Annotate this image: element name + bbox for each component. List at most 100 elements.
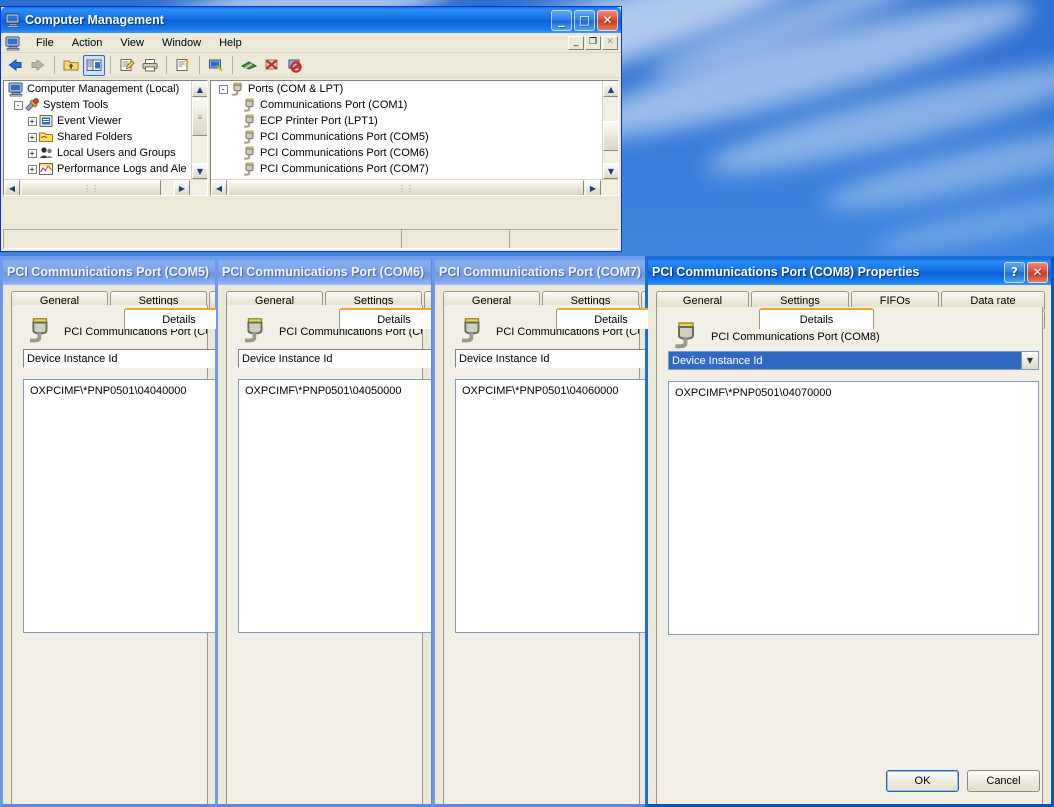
device-list-item[interactable]: PCI Communications Port (COM6) xyxy=(211,145,601,161)
status-bar xyxy=(3,229,619,249)
computer-management-window[interactable]: Computer Management _ □ ✕ File Action Vi… xyxy=(0,6,622,252)
property-value-box-com6[interactable]: OXPCIMF\*PNP0501\04050000 xyxy=(238,379,431,633)
tab-details[interactable]: Details xyxy=(556,308,648,329)
tab-details[interactable]: Details xyxy=(124,308,216,329)
expander-icon[interactable]: + xyxy=(26,129,38,145)
show-hide-tree-icon[interactable] xyxy=(83,54,105,76)
tree-item-device-manager[interactable]: Device Manager xyxy=(4,177,190,178)
uninstall-device-icon[interactable] xyxy=(284,55,306,76)
scroll-left-button[interactable]: ◀ xyxy=(4,180,20,195)
back-arrow-icon[interactable] xyxy=(4,55,26,76)
properties-dialog-com7[interactable]: PCI Communications Port (COM7) Propertie… xyxy=(432,256,651,807)
device-list-item[interactable]: PCI Communications Port (COM5) xyxy=(211,129,601,145)
tree-vertical-scrollbar[interactable]: ▲ ≡ ▼ xyxy=(191,81,207,179)
close-button[interactable]: ✕ xyxy=(1027,261,1048,283)
scroll-down-button[interactable]: ▼ xyxy=(603,163,618,179)
scroll-right-button[interactable]: ▶ xyxy=(585,180,601,195)
tab-details[interactable]: Details xyxy=(339,308,431,329)
property-value-box-com5[interactable]: OXPCIMF\*PNP0501\04040000 xyxy=(23,379,216,633)
disable-device-icon[interactable] xyxy=(261,55,283,76)
device-list-item[interactable]: ECP Printer Port (LPT1) xyxy=(211,113,601,129)
window-controls[interactable]: _ □ ✕ xyxy=(551,9,618,31)
properties-dialog-com5[interactable]: PCI Communications Port (COM5) Propertie… xyxy=(0,256,219,807)
scroll-up-button[interactable]: ▲ xyxy=(192,81,207,97)
dialog-titlebar-com5[interactable]: PCI Communications Port (COM5) Propertie… xyxy=(3,259,216,285)
scan-hardware-icon[interactable] xyxy=(205,55,227,76)
properties-icon[interactable] xyxy=(116,55,138,76)
dialog-titlebar-com8[interactable]: PCI Communications Port (COM8) Propertie… xyxy=(648,259,1051,285)
update-driver-icon[interactable] xyxy=(238,55,260,76)
property-value-com5: OXPCIMF\*PNP0501\04040000 xyxy=(30,385,187,397)
property-dropdown-com6[interactable]: Device Instance Id xyxy=(238,349,431,368)
property-dropdown-com5[interactable]: Device Instance Id xyxy=(23,349,216,368)
menu-help[interactable]: Help xyxy=(210,35,251,51)
mdi-restore-button[interactable]: ❐ xyxy=(585,35,601,50)
scroll-left-button[interactable]: ◀ xyxy=(211,180,227,195)
dialog-window-controls[interactable]: ? ✕ xyxy=(1004,261,1048,283)
menu-bar[interactable]: File Action View Window Help _ ❐ ✕ xyxy=(1,33,621,53)
dialog-titlebar-com7[interactable]: PCI Communications Port (COM7) Propertie… xyxy=(435,259,648,285)
help-button[interactable]: ? xyxy=(1004,261,1025,283)
scroll-down-button[interactable]: ▼ xyxy=(192,163,207,179)
device-list-root[interactable]: - Ports (COM & LPT) xyxy=(211,81,601,97)
scroll-thumb[interactable] xyxy=(603,121,618,151)
maximize-button[interactable]: □ xyxy=(574,9,595,31)
expander-icon[interactable]: + xyxy=(26,113,38,129)
device-list-item[interactable]: PCI Communications Port (COM7) xyxy=(211,161,601,177)
property-value-box-com7[interactable]: OXPCIMF\*PNP0501\04060000 xyxy=(455,379,648,633)
tab-details[interactable]: Details xyxy=(759,308,874,329)
help-icon[interactable]: ? xyxy=(172,55,194,76)
toolbar[interactable]: ? xyxy=(1,53,621,78)
ok-button[interactable]: OK xyxy=(886,770,959,792)
up-folder-icon[interactable] xyxy=(60,55,82,76)
tree-root-item[interactable]: Computer Management (Local) xyxy=(4,81,190,97)
scroll-thumb[interactable]: ⋮⋮ xyxy=(228,180,584,195)
tree-item-performance-logs-and-alerts[interactable]: + Performance Logs and Ale xyxy=(4,161,190,177)
console-tree-pane[interactable]: Computer Management (Local) - System Too… xyxy=(3,80,208,196)
device-list-item[interactable]: PCI Communications Port (COM8) xyxy=(211,177,601,178)
tree-item-local-users-and-groups[interactable]: + Local Users and Groups xyxy=(4,145,190,161)
mdi-window-controls[interactable]: _ ❐ ✕ xyxy=(568,35,621,50)
expander-icon[interactable]: + xyxy=(26,145,38,161)
device-list-item[interactable]: Communications Port (COM1) xyxy=(211,97,601,113)
properties-dialog-com8[interactable]: PCI Communications Port (COM8) Propertie… xyxy=(645,256,1054,807)
toolbar-separator xyxy=(110,56,111,74)
print-icon[interactable] xyxy=(139,55,161,76)
close-button[interactable]: ✕ xyxy=(597,9,618,31)
property-dropdown-com7[interactable]: Device Instance Id xyxy=(455,349,648,368)
tree-item-event-viewer[interactable]: + Event Viewer xyxy=(4,113,190,129)
scroll-right-button[interactable]: ▶ xyxy=(174,180,190,195)
menu-window[interactable]: Window xyxy=(153,35,210,51)
device-list-pane[interactable]: - Ports (COM & LPT) Communications Port … xyxy=(210,80,619,196)
forward-arrow-icon[interactable] xyxy=(27,55,49,76)
property-value-com6: OXPCIMF\*PNP0501\04050000 xyxy=(245,385,402,397)
minimize-button[interactable]: _ xyxy=(551,9,572,31)
port-icon xyxy=(229,81,245,97)
menu-file[interactable]: File xyxy=(27,35,63,51)
list-vertical-scrollbar[interactable]: ▲ ▼ xyxy=(602,81,618,179)
tree-horizontal-scrollbar[interactable]: ◀ ⋮⋮ ▶ xyxy=(4,179,207,195)
menu-view[interactable]: View xyxy=(111,35,153,51)
mdi-close-button[interactable]: ✕ xyxy=(602,35,618,50)
computer-management-titlebar[interactable]: Computer Management _ □ ✕ xyxy=(1,7,621,33)
tree-root-label: Computer Management (Local) xyxy=(27,83,180,95)
expander-icon[interactable]: - xyxy=(217,81,229,97)
menu-action[interactable]: Action xyxy=(63,35,112,51)
mdi-minimize-button[interactable]: _ xyxy=(568,35,584,50)
tree-item-system-tools[interactable]: - System Tools xyxy=(4,97,190,113)
scroll-thumb[interactable]: ≡ xyxy=(192,98,207,136)
scroll-up-button[interactable]: ▲ xyxy=(603,81,618,97)
expander-icon[interactable]: + xyxy=(26,161,38,177)
cancel-button[interactable]: Cancel xyxy=(967,770,1040,792)
properties-dialog-com6[interactable]: PCI Communications Port (COM6) Propertie… xyxy=(215,256,434,807)
dialog-button-row[interactable]: OK Cancel xyxy=(886,770,1040,792)
scroll-thumb[interactable]: ⋮⋮ xyxy=(21,180,161,195)
list-horizontal-scrollbar[interactable]: ◀ ⋮⋮ ▶ xyxy=(211,179,618,195)
chevron-down-icon[interactable]: ▼ xyxy=(1021,352,1038,369)
expander-icon[interactable]: - xyxy=(12,97,24,113)
dialog-titlebar-com6[interactable]: PCI Communications Port (COM6) Propertie… xyxy=(218,259,431,285)
property-dropdown-com8[interactable]: Device Instance Id ▼ xyxy=(668,351,1039,370)
tree-item-shared-folders[interactable]: + Shared Folders xyxy=(4,129,190,145)
dialog-title-com6: PCI Communications Port (COM6) Propertie… xyxy=(222,265,428,279)
property-value-box-com8[interactable]: OXPCIMF\*PNP0501\04070000 xyxy=(668,381,1039,635)
